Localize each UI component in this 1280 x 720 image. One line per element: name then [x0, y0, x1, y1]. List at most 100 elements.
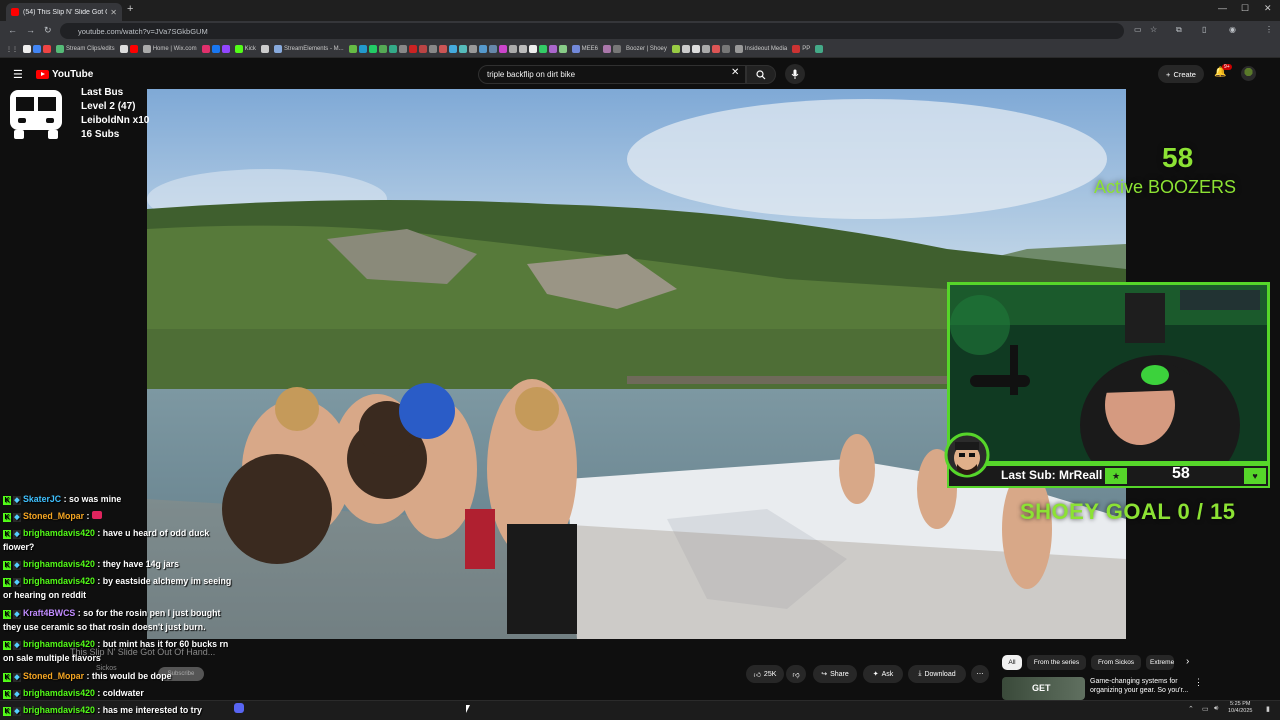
bookmark-favicons[interactable] [201, 45, 230, 53]
browser-tab[interactable]: (54) This Slip N' Slide Got O ✕ [6, 3, 122, 21]
sidepanel-icon[interactable]: ▯ [1202, 25, 1206, 34]
bookmark-7[interactable]: PP [792, 45, 810, 53]
wifi-icon[interactable]: ▭ [1202, 705, 1209, 713]
system-clock[interactable]: 5:25 PM 10/4/2025 [1228, 701, 1252, 715]
bookmark-favicons[interactable] [815, 45, 824, 53]
tray-chevron-icon[interactable]: ⌃ [1188, 705, 1194, 713]
chat-text: : by eastside alchemy im seeing [94, 576, 232, 586]
recommendation-menu-icon[interactable]: ⋮ [1194, 677, 1203, 688]
chat-badge-icon: ◆ [13, 561, 21, 570]
browser-tab-bar: (54) This Slip N' Slide Got O ✕ + — ☐ ✕ [0, 0, 1280, 21]
kick-badge-icon: K [3, 673, 11, 682]
bookmark-2[interactable]: Kick [234, 45, 256, 53]
chip-all[interactable]: All [1002, 655, 1022, 670]
download-icon: ⤓ [918, 670, 922, 677]
plus-icon: + [1166, 69, 1171, 79]
microphone-icon [791, 69, 799, 79]
close-window-icon[interactable]: ✕ [1264, 3, 1272, 14]
chat-badge-icon: ◆ [13, 690, 21, 699]
chat-message-cont: flower? [3, 542, 35, 552]
recommendation-title[interactable]: Game-changing systems for organizing you… [1090, 677, 1200, 695]
chat-badge-icon: ◆ [13, 610, 21, 619]
search-button[interactable] [746, 65, 776, 84]
last-sub-text: Last Sub: MrReall [1001, 468, 1103, 482]
menu-dots-icon[interactable]: ⋮ [1265, 25, 1273, 34]
chip-from-sickos[interactable]: From Sickos [1091, 655, 1141, 670]
voice-search-button[interactable] [785, 64, 805, 84]
search-query-text: triple backflip on dirt bike [487, 70, 576, 79]
download-button[interactable]: ⤓ Download [908, 665, 966, 683]
discord-taskbar-icon[interactable] [234, 703, 244, 713]
youtube-play-icon [36, 70, 49, 79]
bookmark-favicons[interactable] [348, 45, 567, 53]
bookmark-3[interactable]: StreamElements - M... [273, 45, 344, 53]
chat-username: SkaterJC [23, 494, 62, 504]
bookmark-1[interactable]: Home | Wix.com [142, 45, 197, 53]
apps-icon[interactable]: ⋮⋮ [6, 46, 18, 53]
hamburger-menu-icon[interactable]: ☰ [13, 68, 23, 81]
bookmark-star-icon[interactable]: ☆ [1150, 25, 1157, 34]
bookmark-5[interactable]: Boozer | Shoey [626, 46, 667, 52]
chat-text: : coldwater [94, 688, 144, 698]
youtube-favicon-icon [11, 8, 19, 16]
chat-username: Kraft4BWCS [23, 608, 76, 618]
chip-extreme[interactable]: Extreme [1146, 655, 1174, 670]
bookmark-6[interactable]: Insideout Media [734, 45, 787, 53]
bookmark-favicons[interactable] [671, 45, 730, 53]
kick-badge-icon: K [3, 561, 11, 570]
chat-username: Stoned_Mopar [23, 671, 85, 681]
chip-from-series[interactable]: From the series [1027, 655, 1086, 670]
bookmark-0[interactable]: Stream Clips/edits [56, 45, 115, 53]
chat-message: K ◆ brighamdavis420 : has me interested to… [3, 704, 202, 717]
create-button[interactable]: + Create [1158, 65, 1204, 83]
star-icon: ★ [1105, 468, 1127, 484]
clear-search-icon[interactable]: ✕ [731, 67, 739, 78]
speaker-icon[interactable]: 🔊︎ [1214, 705, 1218, 713]
kick-badge-icon: K [3, 707, 11, 716]
minimize-icon[interactable]: — [1218, 3, 1227, 13]
chat-message: K ◆ Kraft4BWCS : so for the rosin pen I ju… [3, 607, 220, 620]
extensions-icon[interactable]: ⧉ [1176, 25, 1182, 35]
like-button[interactable]: 👍︎ 25K [746, 665, 784, 683]
bookmark-favicons[interactable] [119, 45, 138, 53]
new-tab-icon[interactable]: + [127, 3, 133, 15]
bookmark-favicons[interactable] [23, 45, 51, 53]
more-actions-button[interactable]: ⋯ [971, 665, 989, 683]
ask-button[interactable]: ✦ Ask [863, 665, 903, 683]
forward-icon[interactable]: → [26, 25, 35, 35]
search-input[interactable]: triple backflip on dirt bike [478, 65, 746, 84]
chat-username: Stoned_Mopar [23, 511, 85, 521]
chat-message: K ◆ brighamdavis420 : have u heard of odd … [3, 527, 209, 540]
chat-username: brighamdavis420 [23, 688, 95, 698]
webcam-frame [950, 285, 1267, 461]
kick-badge-icon: K [3, 610, 11, 619]
thumbs-down-icon: 👎︎ [792, 671, 800, 679]
maximize-icon[interactable]: ☐ [1241, 3, 1249, 14]
share-icon: ↪ [821, 671, 828, 678]
dislike-button[interactable]: 👎︎ [786, 665, 806, 683]
bookmark-favicons[interactable] [602, 45, 621, 53]
close-tab-icon[interactable]: ✕ [110, 8, 117, 17]
kick-badge-icon: K [3, 641, 11, 650]
cast-icon[interactable]: ▭ [1134, 25, 1142, 34]
url-field[interactable]: youtube.com/watch?v=JVa7SGkbGUM [60, 23, 1124, 39]
more-dots-icon: ⋯ [976, 671, 984, 678]
reload-icon[interactable]: ↻ [44, 25, 52, 36]
active-count: 58 [1162, 142, 1194, 173]
bookmark-4[interactable]: MEE6 [571, 45, 598, 53]
share-button[interactable]: ↪ Share [813, 665, 857, 683]
back-icon[interactable]: ← [8, 25, 17, 35]
download-label: Download [924, 670, 956, 678]
chat-badge-icon: ◆ [13, 707, 21, 716]
bookmark-favicons[interactable] [260, 45, 269, 53]
chat-badge-icon: ◆ [13, 513, 21, 522]
account-avatar[interactable] [1241, 66, 1256, 81]
notification-center-icon[interactable]: ▮ [1266, 705, 1270, 713]
share-label: Share [830, 670, 849, 678]
youtube-logo[interactable]: YouTube [36, 69, 93, 80]
chevron-right-icon[interactable]: › [1186, 656, 1189, 667]
url-text: youtube.com/watch?v=JVa7SGkbGUM [78, 26, 208, 36]
profile-icon[interactable]: ◉ [1229, 25, 1236, 34]
recommendation-thumbnail[interactable]: GET [1002, 677, 1085, 700]
chat-message: K ◆ brighamdavis420 : coldwater [3, 687, 144, 700]
